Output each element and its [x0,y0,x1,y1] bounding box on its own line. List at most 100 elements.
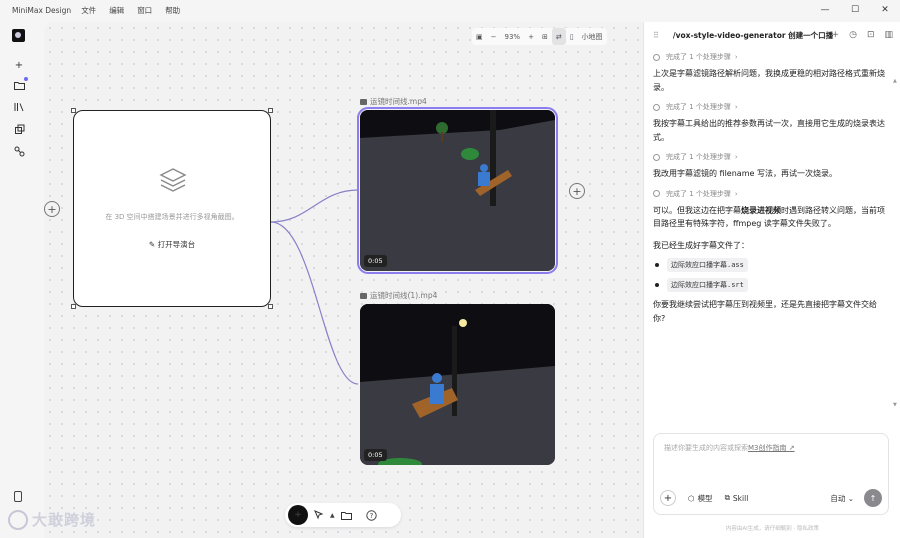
panel-header-actions: + ◷ ⊡ ▥ [822,30,893,40]
title-bar: MiniMax Design 文件 编辑 窗口 帮助 — ☐ ✕ [0,0,900,20]
history-icon[interactable]: ◷ [849,30,857,40]
window-controls: — ☐ ✕ [810,0,900,20]
menu-help[interactable]: 帮助 [165,5,180,16]
chevron-right-icon: › [734,53,738,61]
resize-handle[interactable] [71,108,76,113]
watermark-logo [8,509,28,530]
chat-input-box[interactable]: 描述你要生成的内容或探索M3创作指南 ↗ + ⬡ 模型 ⧉ Skill 自动 ⌄… [653,433,889,515]
phone-icon[interactable] [14,491,22,502]
scene-3d-node[interactable]: 在 3D 空间中搭建场景并进行多视角截图。 ✎ 打开导演台 [71,108,273,309]
panel-header: ⠿ /vox-style-video-generator 创建一个口播视频 + … [644,22,900,48]
scroll-down-icon[interactable]: ▼ [893,402,897,408]
maximize-button[interactable]: ☐ [840,0,870,20]
cube-icon: ⬡ [688,493,695,503]
chevron-right-icon: › [734,189,738,198]
input-toolbar: + ⬡ 模型 ⧉ Skill 自动 ⌄ ↑ [660,489,882,507]
skill-button[interactable]: ⧉ Skill [725,493,749,503]
message-text: 可以。但我这边在把字幕 [653,205,741,215]
open-director-label: 打开导演台 [157,240,196,249]
menu-bar: 文件 编辑 窗口 帮助 [81,5,193,16]
video-filename: 运镜时间线(1).mp4 [370,291,438,300]
assistant-message: 可以。但我这边在把字幕烧录进视频时遇到路径转义问题，当前项目路径里有特殊字符，f… [653,204,889,231]
add-node-right-button[interactable]: + [569,183,585,199]
bullet [655,283,659,287]
disclaimer: 内容由AI生成，请仔细甄别 · 隐私政策 [725,526,820,532]
step-label: 完成了 1 个处理步骤 [666,153,731,161]
chevron-right-icon: › [734,153,738,161]
video-node-2[interactable]: 0:05 [360,304,555,465]
canvas[interactable]: ▣ − 93% + ⊞ ⇄ ▯ 小地图 + + 在 3D 空间中搭建场景并进行多… [44,22,643,538]
chat-scrollbar[interactable]: ▲ ▼ [893,78,897,408]
new-chat-icon[interactable]: + [832,30,840,40]
folder-icon[interactable] [340,511,352,520]
add-node-button[interactable]: + [288,505,308,525]
menu-edit[interactable]: 编辑 [109,5,124,16]
step-label: 完成了 1 个处理步骤 [666,103,731,111]
assistant-message: 我按字幕工具给出的推荐参数再试一次，直接用它生成的烧录表达式。 [653,119,885,142]
conversation-title: /vox-style-video-generator 创建一个口播视频 [672,30,833,40]
processing-step[interactable]: 完成了 1 个处理步骤 › [653,100,889,114]
skill-label: Skill [732,493,749,503]
add-node-left-button[interactable]: + [44,201,60,217]
scroll-up-icon[interactable]: ▲ [893,78,897,84]
puzzle-icon[interactable] [10,120,28,138]
video-label: 运镜时间线.mp4 [360,96,427,107]
node-description: 在 3D 空间中搭建场景并进行多视角截图。 [105,213,239,221]
layout-icon[interactable]: ▥ [884,30,893,40]
clock-icon [653,103,660,111]
mode-select[interactable]: 自动 ⌄ [830,493,854,504]
skill-icon: ⧉ [724,493,730,502]
processing-step[interactable]: 完成了 1 个处理步骤 › [653,150,889,164]
video-file-icon [360,98,367,105]
file-name[interactable]: 边际效应口播字幕.srt [667,278,748,292]
attach-button[interactable]: + [660,490,676,506]
video-node-1[interactable]: 0:05 [357,107,558,274]
chat-panel: ⠿ /vox-style-video-generator 创建一个口播视频 + … [643,22,900,538]
nodes-icon[interactable] [10,142,28,160]
project-thumbnail[interactable] [12,29,25,42]
clock-icon [653,53,660,61]
resize-handle[interactable] [71,304,76,309]
video-label: 运镜时间线(1).mp4 [360,290,437,301]
clock-icon [653,190,660,197]
help-icon[interactable]: ? [365,509,377,521]
drag-handle-icon[interactable]: ⠿ [653,31,659,40]
plus-icon: + [660,490,676,506]
message-bold: 烧录进视频 [741,205,781,215]
file-name[interactable]: 边际效应口播字幕.ass [667,258,748,272]
svg-text:?: ? [369,512,373,520]
menu-file[interactable]: 文件 [81,5,96,16]
step-label: 完成了 1 个处理步骤 [666,53,731,61]
video-duration: 0:05 [364,449,387,461]
video-filename: 运镜时间线.mp4 [370,97,427,106]
list-item: 边际效应口播字幕.srt [655,278,889,292]
chevron-up-icon[interactable]: ▲ [330,512,335,519]
video-file-icon [360,292,367,299]
resize-handle[interactable] [268,108,273,113]
notification-dot [24,77,28,81]
chat-messages: 完成了 1 个处理步骤 › 上次是字幕滤镜路径解析问题，我换成更稳的相对路径格式… [653,50,889,331]
open-director-button[interactable]: ✎ 打开导演台 [74,239,270,250]
add-icon[interactable]: + [10,56,28,74]
minimize-button[interactable]: — [810,0,840,20]
watermark-text: 大敢跨境 [32,511,97,529]
pointer-icon[interactable] [314,510,324,520]
list-item: 边际效应口播字幕.ass [655,258,889,272]
library-icon[interactable] [10,98,28,116]
send-button[interactable]: ↑ [864,489,882,507]
model-button[interactable]: ⬡ 模型 [688,493,713,504]
expand-icon[interactable]: ⊡ [867,30,875,40]
left-rail: + [0,20,42,538]
placeholder-text: 描述你要生成的内容或探索 [664,444,748,452]
processing-step[interactable]: 完成了 1 个处理步骤 › [653,50,889,64]
menu-window[interactable]: 窗口 [137,5,152,16]
resize-handle[interactable] [268,304,273,309]
bottom-toolbar: + ▲ ? [285,503,401,527]
watermark: 大敢跨境 [8,509,96,530]
processing-step[interactable]: 完成了 1 个处理步骤 › [653,187,889,201]
chevron-right-icon: › [734,103,738,111]
video-frame [360,304,555,465]
close-button[interactable]: ✕ [870,0,900,20]
input-placeholder[interactable]: 描述你要生成的内容或探索M3创作指南 ↗ [664,443,795,453]
guide-link[interactable]: M3创作指南 ↗ [748,444,795,452]
